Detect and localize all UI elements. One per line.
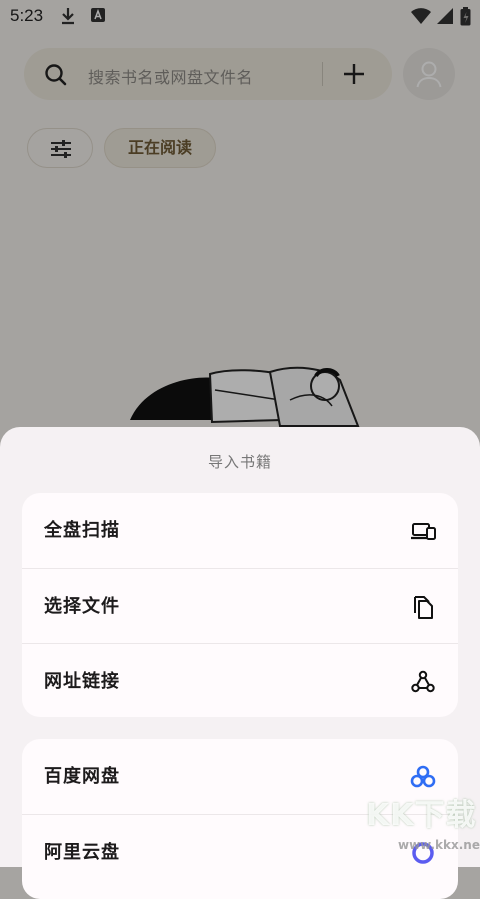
url-link-option[interactable]: 网址链接 xyxy=(22,643,458,717)
watermark-logo: KK下载 xyxy=(366,798,477,833)
option-label: 选择文件 xyxy=(44,596,120,617)
files-icon xyxy=(414,596,433,619)
full-disk-scan-option[interactable]: 全盘扫描 xyxy=(22,493,458,568)
sheet-title: 导入书籍 xyxy=(207,453,272,471)
baidu-netdisk-icon xyxy=(410,765,436,788)
option-label: 全盘扫描 xyxy=(44,520,120,541)
devices-icon xyxy=(411,523,436,540)
choose-file-option[interactable]: 选择文件 xyxy=(22,568,458,644)
option-label: 阿里云盘 xyxy=(44,842,120,863)
webhook-link-icon xyxy=(411,670,435,693)
watermark-domain: www.kkx.net xyxy=(398,838,480,852)
option-label: 百度网盘 xyxy=(44,766,120,787)
option-label: 网址链接 xyxy=(44,671,120,692)
local-import-card: 全盘扫描 选择文件 网址链接 xyxy=(22,493,458,717)
